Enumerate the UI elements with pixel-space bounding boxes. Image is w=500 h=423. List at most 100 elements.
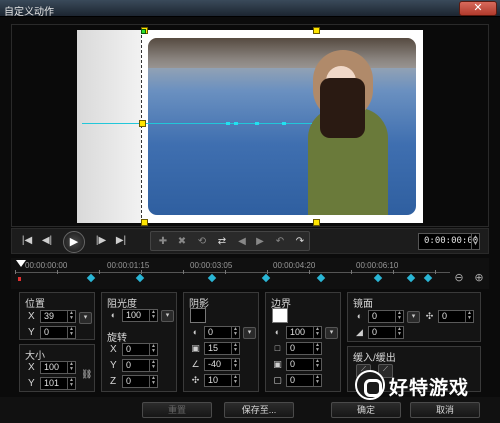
rotation-z-input[interactable]: 0 ▲ ▼ — [122, 375, 158, 388]
rotation-x-input[interactable]: 0 ▲ ▼ — [122, 343, 158, 356]
opacity-preset-button[interactable]: ▾ — [161, 310, 174, 322]
remove-keyframe-icon[interactable]: ✖ — [173, 235, 191, 248]
keyframe-marker[interactable] — [207, 273, 217, 283]
mirror-offset-input[interactable]: 0 ▲ ▼ — [368, 326, 404, 339]
motion-path-point[interactable] — [282, 122, 286, 125]
keyframe-track[interactable] — [15, 273, 450, 284]
mirror-opacity-icon: ◐ — [356, 311, 363, 321]
border-softness-input[interactable]: 0 ▲ ▼ — [286, 358, 322, 371]
keyframe-marker[interactable] — [423, 273, 433, 283]
move-left-icon[interactable]: ◀ — [233, 235, 251, 248]
shadow-distance-input[interactable]: 10 ▲ ▼ — [204, 374, 240, 387]
invert-keyframe-icon[interactable]: ⟲ — [193, 235, 211, 248]
border-color-swatch[interactable] — [272, 308, 288, 323]
ruler-label: 00:00:01:15 — [107, 261, 150, 270]
border-round-input[interactable]: 0 ▲ ▼ — [286, 374, 322, 387]
video-frame — [77, 30, 423, 223]
zoom-out-icon[interactable]: ⊖ — [453, 272, 465, 284]
reset-button[interactable]: 重置 — [142, 402, 212, 418]
resize-handle-top[interactable] — [313, 27, 320, 34]
close-button[interactable]: ✕ — [459, 1, 497, 16]
window-title: 自定义动作 — [4, 7, 54, 18]
previous-frame-icon[interactable]: ◀| — [40, 235, 54, 247]
overlay-photo[interactable] — [148, 38, 416, 215]
keyframe-marker[interactable] — [261, 273, 271, 283]
prev-keyframe-icon[interactable]: ↶ — [271, 235, 289, 248]
keyframe-marker[interactable] — [86, 273, 96, 283]
next-frame-icon[interactable]: |▶ — [94, 235, 108, 247]
watermark-text: 好特游戏 — [389, 378, 470, 399]
shadow-color-swatch[interactable] — [190, 308, 206, 323]
timecode-display[interactable]: 0:00:00:00 ▲ ▼ — [418, 233, 480, 250]
border-width-input[interactable]: 0 ▲ ▼ — [286, 342, 322, 355]
ruler-label: 00:00:04:20 — [273, 261, 316, 270]
go-to-end-icon[interactable]: ▶| — [114, 235, 128, 247]
ruler-label: 00:00:03:05 — [190, 261, 233, 270]
position-x-input[interactable]: 39 ▲ ▼ — [40, 310, 76, 323]
transport-bar: |◀ ◀| ▶ |▶ ▶| ✚ ✖ ⟲ ⇄ ◀ ▶ ↶ ↷ 0:00:00:00… — [11, 228, 489, 254]
resize-handle-bottom[interactable] — [313, 219, 320, 226]
mirror-group: 镜面 ◐ 0 ▲ ▼ ▾ ✣ 0 ▲ ▼ ◢ 0 ▲ ▼ — [347, 292, 481, 342]
play-button[interactable]: ▶ — [63, 231, 85, 253]
next-keyframe-icon[interactable]: ↷ — [291, 235, 309, 248]
ruler-label: 00:00:00:00 — [25, 261, 68, 270]
size-label: 大小 — [25, 351, 45, 362]
preview-panel — [11, 24, 489, 227]
size-y-input[interactable]: 101 ▲ ▼ — [40, 377, 76, 390]
opacity-rotation-group: 阻光度 ◐ 100 ▲ ▼ ▾ 旋转 X 0 ▲ ▼ Y 0 ▲ ▼ Z 0 ▲ ▼ — [101, 292, 177, 392]
corner-handle[interactable] — [141, 29, 146, 34]
shadow-angle-input[interactable]: -40 ▲ ▼ — [204, 358, 240, 371]
swap-keyframe-icon[interactable]: ⇄ — [213, 235, 231, 248]
motion-path-point[interactable] — [255, 122, 259, 125]
mirror-opacity-input[interactable]: 0 ▲ ▼ — [368, 310, 404, 323]
border-round-icon: ▢ — [273, 375, 282, 385]
opacity-input[interactable]: 100 ▲ ▼ — [122, 309, 158, 322]
border-preset-button[interactable]: ▾ — [325, 327, 338, 339]
watermark-logo-icon — [355, 370, 385, 400]
play-icon: ▶ — [69, 236, 79, 248]
go-to-start-icon[interactable]: |◀ — [20, 235, 34, 247]
rotation-y-input[interactable]: 0 ▲ ▼ — [122, 359, 158, 372]
border-opacity-input[interactable]: 100 ▲ ▼ — [286, 326, 322, 339]
position-y-input[interactable]: 0 ▲ ▼ — [40, 326, 76, 339]
shadow-angle-icon: ∠ — [191, 359, 200, 369]
shadow-preset-button[interactable]: ▾ — [243, 327, 256, 339]
add-keyframe-icon[interactable]: ✚ — [154, 235, 172, 248]
move-right-icon[interactable]: ▶ — [251, 235, 269, 248]
zoom-in-icon[interactable]: ⊕ — [473, 272, 485, 284]
position-label: 位置 — [25, 299, 45, 310]
size-x-input[interactable]: 100 ▲ ▼ — [40, 361, 76, 374]
rotation-label: 旋转 — [107, 333, 127, 344]
resize-handle-left[interactable] — [139, 120, 146, 127]
border-group: 边界 ◐ 100 ▲ ▼ ▾ □ 0 ▲ ▼ ▣ 0 ▲ ▼ ▢ 0 ▲ ▼ — [265, 292, 341, 392]
keyframe-marker[interactable] — [373, 273, 383, 283]
save-as-button[interactable]: 保存至... — [224, 402, 294, 418]
timecode-spinner[interactable]: ▲ ▼ — [471, 234, 479, 249]
keyframe-marker[interactable] — [406, 273, 416, 283]
keyframe-marker[interactable] — [135, 273, 145, 283]
resize-handle-bottom-left[interactable] — [141, 219, 148, 226]
shadow-blur-icon: ▣ — [191, 343, 200, 353]
border-opacity-icon: ◐ — [274, 327, 281, 337]
shadow-group: 阴影 ◐ 0 ▲ ▼ ▾ ▣ 15 ▲ ▼ ∠ -40 ▲ ▼ ✣ 10 ▲ ▼ — [183, 292, 259, 392]
motion-path-line — [82, 123, 312, 124]
easing-label: 缓入/缓出 — [353, 353, 396, 364]
border-softness-icon: ▣ — [273, 359, 282, 369]
shadow-opacity-input[interactable]: 0 ▲ ▼ — [204, 326, 240, 339]
mirror-distance-input[interactable]: 0 ▲ ▼ — [438, 310, 474, 323]
mirror-distance-icon: ✣ — [425, 311, 434, 321]
size-group: 大小 X 100 ▲ ▼ Y 101 ▲ ▼ ⛓ — [19, 344, 95, 392]
timeline[interactable]: 00:00:00:00 00:00:01:15 00:00:03:05 00:0… — [11, 258, 489, 289]
watermark: 好特游戏 — [355, 368, 495, 406]
frame-margin — [77, 30, 141, 223]
position-preset-button[interactable]: ▾ — [79, 312, 92, 324]
ruler-label: 00:00:06:10 — [356, 261, 399, 270]
keyframe-marker[interactable] — [316, 273, 326, 283]
position-group: 位置 X 39 ▲ ▼ Y 0 ▲ ▼ ▾ — [19, 292, 95, 340]
mirror-preset-button[interactable]: ▾ — [407, 311, 420, 323]
motion-path-point[interactable] — [226, 122, 230, 125]
motion-path-point[interactable] — [234, 122, 238, 125]
keyframe-toolbar: ✚ ✖ ⟲ ⇄ ◀ ▶ ↶ ↷ — [150, 231, 310, 251]
link-icon[interactable]: ⛓ — [81, 369, 92, 380]
shadow-blur-input[interactable]: 15 ▲ ▼ — [204, 342, 240, 355]
